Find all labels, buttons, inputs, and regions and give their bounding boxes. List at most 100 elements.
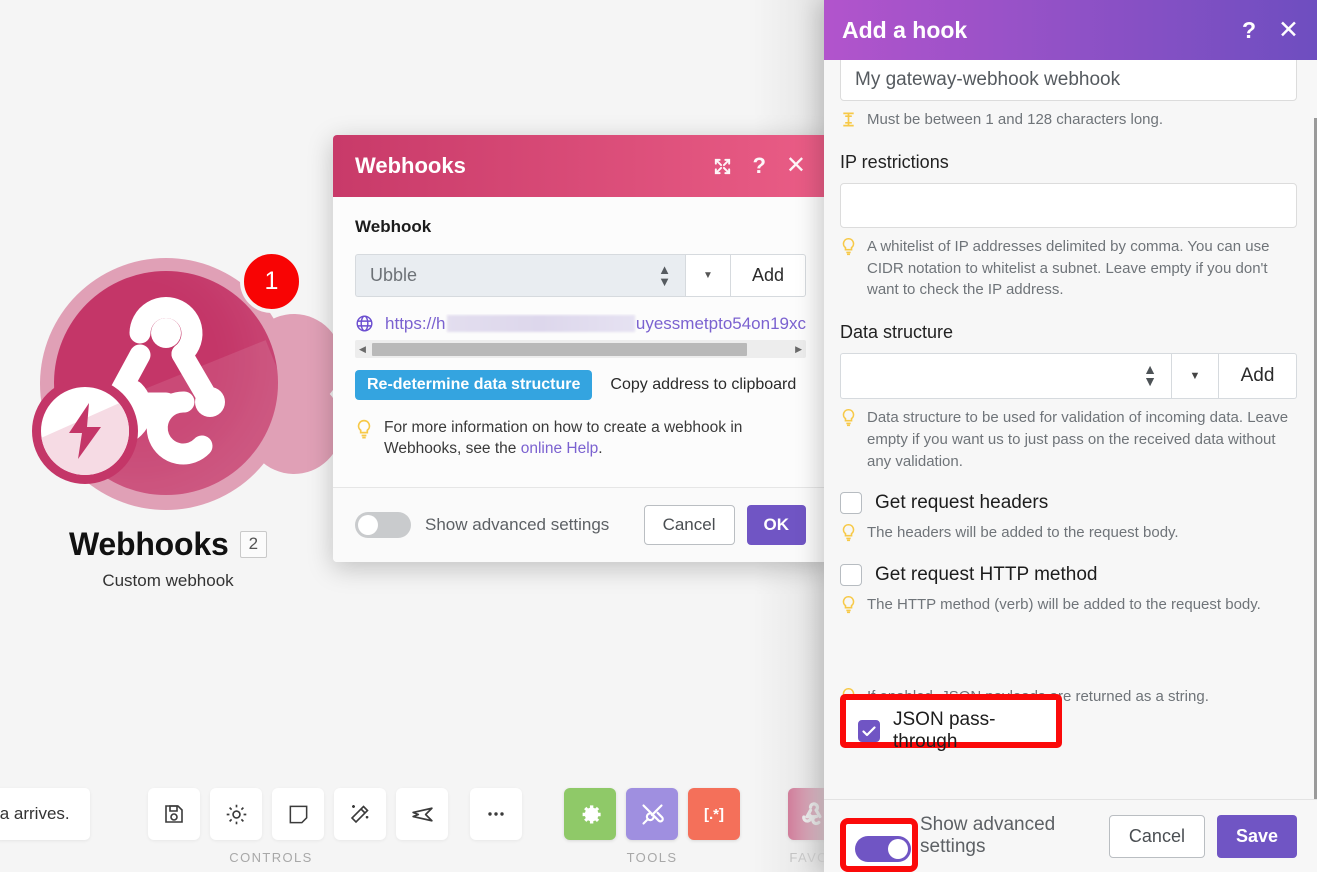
get-request-method-hint: The HTTP method (verb) will be added to …	[840, 594, 1297, 616]
lightbulb-icon	[357, 419, 371, 439]
url-horizontal-scrollbar[interactable]: ◀ ▶	[355, 340, 806, 358]
help-icon[interactable]: ?	[752, 155, 765, 177]
data-structure-hint: Data structure to be used for validation…	[840, 407, 1297, 472]
webhook-select[interactable]: Ubble ▲ ▼	[355, 254, 685, 297]
help-icon[interactable]: ?	[1242, 18, 1256, 42]
get-request-method-label: Get request HTTP method	[875, 564, 1098, 585]
add-hook-title: Add a hook	[842, 16, 968, 43]
lightbulb-icon	[842, 237, 855, 255]
ip-restrictions-input[interactable]	[840, 182, 1297, 228]
module-sequence-badge: 1	[240, 250, 303, 313]
add-hook-panel[interactable]: Add a hook ? ✕ My gateway-webhook webhoo…	[824, 0, 1317, 872]
tools-wrench-button[interactable]	[626, 788, 678, 840]
scroll-thumb[interactable]	[371, 342, 748, 356]
webhook-hint-after: .	[598, 439, 603, 457]
data-structure-select[interactable]: ▲ ▼	[840, 353, 1171, 399]
close-icon[interactable]: ✕	[1278, 17, 1299, 43]
cancel-button[interactable]: Cancel	[643, 505, 735, 545]
webhook-url-row[interactable]: https://h uyessmetpto54on19xc	[355, 313, 806, 334]
data-structure-hint-text: Data structure to be used for validation…	[867, 409, 1289, 470]
cancel-button[interactable]: Cancel	[1108, 814, 1205, 858]
close-icon[interactable]: ✕	[786, 154, 806, 178]
check-icon	[862, 725, 876, 736]
show-advanced-settings-toggle[interactable]	[355, 512, 411, 538]
ok-button[interactable]: OK	[746, 505, 806, 545]
get-request-method-hint-text: The HTTP method (verb) will be added to …	[867, 596, 1261, 613]
get-request-method-row[interactable]: Get request HTTP method	[840, 564, 1297, 586]
canvas-toolbar[interactable]: ta arrives. CONTROLS [.*] TOOLS FAVO	[0, 780, 840, 872]
json-passthrough-checkbox[interactable]	[858, 720, 880, 742]
show-advanced-settings-toggle[interactable]	[855, 836, 911, 862]
toolbar-group-controls: CONTROLS	[148, 788, 522, 865]
webhook-dropdown-toggle[interactable]: ▼	[685, 254, 731, 297]
ip-restrictions-label: IP restrictions	[840, 151, 949, 172]
toolbar-tooltip: ta arrives.	[0, 788, 90, 840]
webhook-hint: For more information on how to create a …	[355, 418, 806, 460]
auto-align-button[interactable]	[334, 788, 386, 840]
regex-icon: [.*]	[704, 806, 724, 823]
json-passthrough-highlight: JSON pass-through	[840, 694, 1062, 752]
webhook-hint-text: For more information on how to create a …	[384, 418, 774, 460]
more-ellipsis-icon	[488, 812, 504, 816]
get-request-headers-row[interactable]: Get request headers	[840, 492, 1297, 515]
webhook-section-label: Webhook	[355, 217, 432, 236]
get-request-headers-hint: The headers will be added to the request…	[840, 522, 1297, 544]
save-button[interactable]	[148, 788, 200, 840]
toolbar-tooltip-text: ta arrives.	[0, 804, 70, 823]
hook-name-hint: Must be between 1 and 128 characters lon…	[840, 109, 1297, 131]
add-hook-body: My gateway-webhook webhook Must be betwe…	[824, 60, 1317, 799]
save-button[interactable]: Save	[1216, 814, 1297, 858]
advanced-settings-toggle-highlight	[840, 818, 918, 872]
webhook-url-redacted	[446, 315, 635, 332]
webhook-url-suffix: uyessmetpto54on19xc	[635, 313, 806, 333]
get-request-headers-checkbox[interactable]	[840, 492, 862, 515]
settings-button[interactable]	[210, 788, 262, 840]
webhook-url-prefix: https://h	[385, 313, 446, 333]
tools-gear-button[interactable]	[564, 788, 616, 840]
get-request-method-checkbox[interactable]	[840, 564, 862, 586]
webhooks-dialog-header: Webhooks ? ✕	[333, 135, 828, 197]
add-hook-header: Add a hook ? ✕	[824, 0, 1317, 60]
module-subtitle: Custom webhook	[102, 571, 234, 590]
chevron-down-icon: ▼	[1189, 370, 1201, 382]
webhook-select-row[interactable]: Ubble ▲ ▼ ▼ Add	[355, 254, 806, 297]
scroll-right-icon[interactable]: ▶	[795, 344, 802, 355]
lightbulb-icon	[842, 408, 855, 427]
redetermine-data-structure-button[interactable]: Re-determine data structure	[355, 370, 593, 400]
online-help-link[interactable]: online Help	[521, 440, 599, 457]
module-icon-art: 1	[18, 240, 350, 530]
add-data-structure-button[interactable]: Add	[1219, 353, 1297, 399]
webhooks-dialog[interactable]: Webhooks ? ✕ Webhook Ubble ▲ ▼ ▼ Add htt…	[333, 135, 828, 562]
add-webhook-button[interactable]: Add	[731, 254, 806, 297]
data-structure-label: Data structure	[840, 322, 954, 342]
scroll-left-icon[interactable]: ◀	[359, 344, 366, 355]
hook-name-input[interactable]: My gateway-webhook webhook	[840, 60, 1297, 101]
toggle-knob	[358, 515, 378, 535]
regex-tool-button[interactable]: [.*]	[688, 788, 740, 840]
get-request-headers-label: Get request headers	[875, 492, 1049, 514]
gear-tool-icon	[582, 804, 601, 823]
run-once-button[interactable]	[396, 788, 448, 840]
webhook-select-value: Ubble	[370, 265, 418, 285]
get-request-headers-hint-text: The headers will be added to the request…	[867, 524, 1179, 542]
instant-lightning-badge	[32, 378, 138, 484]
show-advanced-settings-label: Show advanced settings	[920, 814, 1056, 857]
data-structure-row[interactable]: ▲ ▼ ▼ Add	[840, 353, 1297, 399]
json-passthrough-row[interactable]: JSON pass-through	[846, 700, 1056, 753]
module-node-webhooks[interactable]: 1 Webhooks 2 Custom webhook	[18, 240, 350, 591]
note-icon	[289, 805, 307, 823]
toolbar-label-controls: CONTROLS	[229, 850, 313, 865]
notes-button[interactable]	[272, 788, 324, 840]
hook-name-hint-text: Must be between 1 and 128 characters lon…	[867, 111, 1164, 128]
more-options-button[interactable]	[470, 788, 522, 840]
lightbulb-icon	[842, 524, 855, 542]
lightbulb-icon	[842, 595, 855, 614]
module-number: 2	[239, 531, 268, 558]
toolbar-label-tools: TOOLS	[626, 850, 678, 865]
expand-icon[interactable]	[713, 157, 732, 176]
data-structure-dropdown-toggle[interactable]: ▼	[1171, 353, 1219, 399]
copy-address-button[interactable]: Copy address to clipboard	[610, 376, 796, 394]
module-title-row: Webhooks 2	[18, 526, 318, 563]
ip-restrictions-hint: A whitelist of IP addresses delimited by…	[840, 236, 1297, 301]
webhook-url-actions: Re-determine data structure Copy address…	[355, 370, 806, 400]
